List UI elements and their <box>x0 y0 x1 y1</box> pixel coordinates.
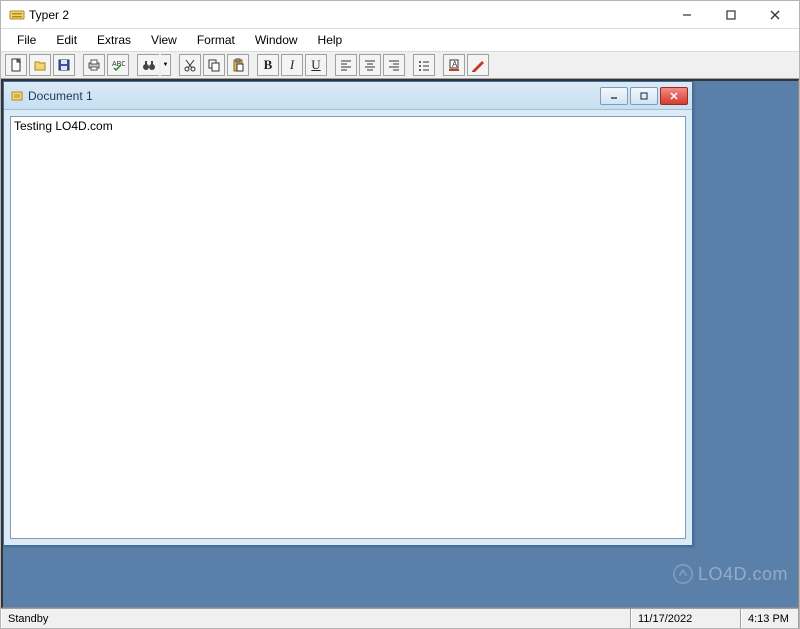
document-textarea[interactable] <box>10 116 686 539</box>
menu-extras[interactable]: Extras <box>87 31 141 49</box>
document-close-button[interactable] <box>660 87 688 105</box>
menu-window[interactable]: Window <box>245 31 308 49</box>
typer-app-icon <box>9 7 25 23</box>
toolbar: ABC ▼ B <box>1 51 799 79</box>
bullets-button[interactable] <box>413 54 435 76</box>
italic-icon: I <box>290 57 294 73</box>
document-window-controls <box>600 87 688 105</box>
new-button[interactable] <box>5 54 27 76</box>
save-disk-icon <box>57 58 71 72</box>
new-file-icon <box>9 58 23 72</box>
document-icon <box>10 89 24 103</box>
cut-icon <box>183 58 197 72</box>
align-left-button[interactable] <box>335 54 357 76</box>
pen-button[interactable] <box>467 54 489 76</box>
align-center-icon <box>363 58 377 72</box>
align-right-icon <box>387 58 401 72</box>
spellcheck-button[interactable]: ABC <box>107 54 129 76</box>
print-icon <box>87 58 101 72</box>
bold-button[interactable]: B <box>257 54 279 76</box>
menu-view[interactable]: View <box>141 31 187 49</box>
menu-edit[interactable]: Edit <box>46 31 87 49</box>
spellcheck-icon: ABC <box>111 58 125 72</box>
align-right-button[interactable] <box>383 54 405 76</box>
document-maximize-button[interactable] <box>630 87 658 105</box>
menu-help[interactable]: Help <box>308 31 353 49</box>
status-time: 4:13 PM <box>741 609 799 628</box>
status-date: 11/17/2022 <box>631 609 741 628</box>
mdi-client-area: Document 1 LO4D.co <box>1 79 799 608</box>
document-minimize-button[interactable] <box>600 87 628 105</box>
close-button[interactable] <box>753 2 797 28</box>
align-center-button[interactable] <box>359 54 381 76</box>
titlebar: Typer 2 <box>1 1 799 29</box>
highlight-color-icon: A <box>447 58 461 72</box>
bold-icon: B <box>264 57 273 73</box>
statusbar: Standby 11/17/2022 4:13 PM <box>1 608 799 628</box>
find-button[interactable] <box>137 54 159 76</box>
document-body <box>4 110 692 545</box>
binoculars-icon <box>142 58 156 72</box>
maximize-button[interactable] <box>709 2 753 28</box>
print-button[interactable] <box>83 54 105 76</box>
menu-file[interactable]: File <box>7 31 46 49</box>
menu-format[interactable]: Format <box>187 31 245 49</box>
bullets-icon <box>417 58 431 72</box>
watermark: LO4D.com <box>672 563 788 585</box>
copy-icon <box>207 58 221 72</box>
open-button[interactable] <box>29 54 51 76</box>
copy-button[interactable] <box>203 54 225 76</box>
italic-button[interactable]: I <box>281 54 303 76</box>
cut-button[interactable] <box>179 54 201 76</box>
svg-text:A: A <box>452 60 458 69</box>
window-controls <box>665 2 797 28</box>
underline-button[interactable]: U <box>305 54 327 76</box>
menubar: File Edit Extras View Format Window Help <box>1 29 799 51</box>
status-text: Standby <box>1 609 631 628</box>
find-dropdown[interactable]: ▼ <box>161 54 171 76</box>
document-titlebar[interactable]: Document 1 <box>4 82 692 110</box>
save-button[interactable] <box>53 54 75 76</box>
app-window: Typer 2 File Edit Extras View Format Win… <box>0 0 800 629</box>
open-folder-icon <box>33 58 47 72</box>
highlight-color-button[interactable]: A <box>443 54 465 76</box>
underline-icon: U <box>311 57 320 73</box>
document-title: Document 1 <box>24 89 600 103</box>
document-window: Document 1 <box>3 81 693 546</box>
pen-icon <box>471 58 485 72</box>
watermark-text: LO4D.com <box>698 564 788 585</box>
paste-icon <box>231 58 245 72</box>
app-title: Typer 2 <box>25 8 665 22</box>
minimize-button[interactable] <box>665 2 709 28</box>
paste-button[interactable] <box>227 54 249 76</box>
align-left-icon <box>339 58 353 72</box>
